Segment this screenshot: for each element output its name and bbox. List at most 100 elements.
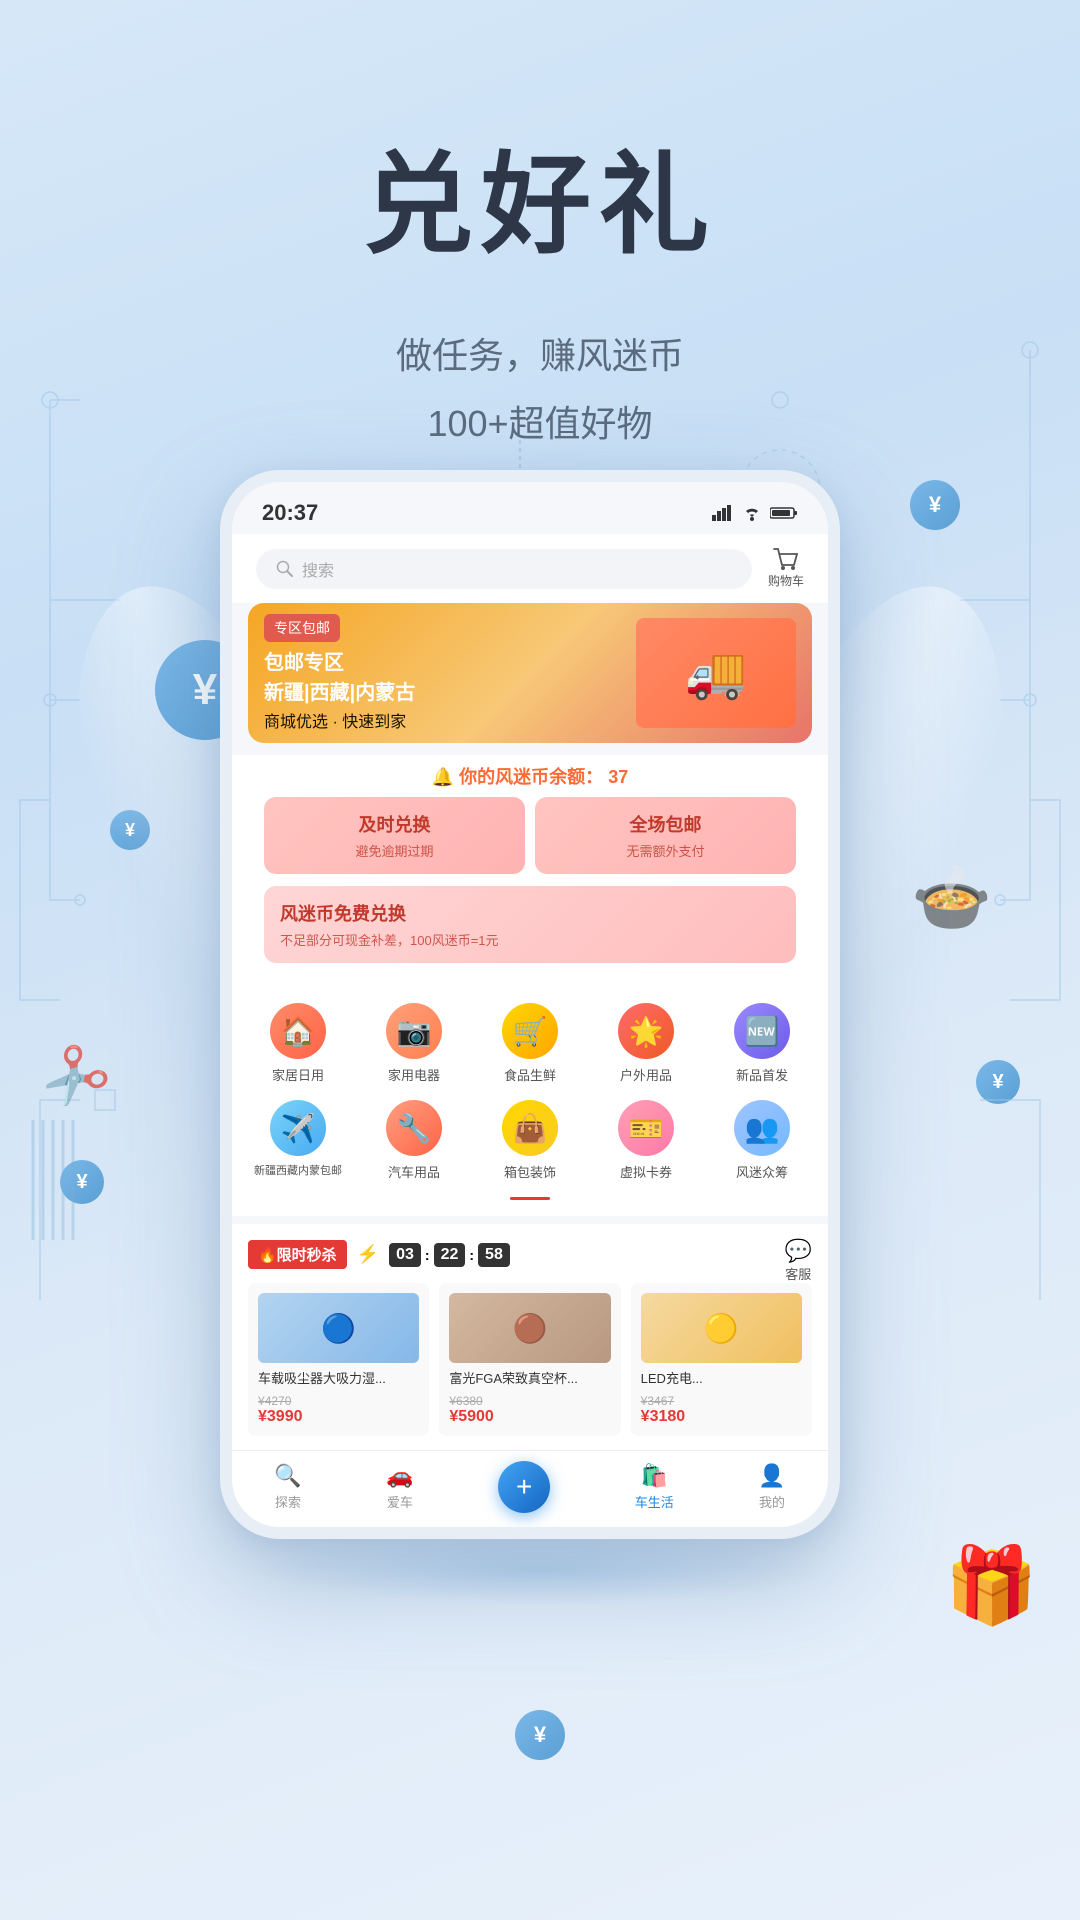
category-item-voucher[interactable]: 🎫 虚拟卡券 xyxy=(601,1100,691,1181)
wifi-icon xyxy=(742,505,762,521)
appliances-label: 家用电器 xyxy=(388,1065,440,1084)
main-banner[interactable]: 专区包邮 包邮专区新疆|西藏|内蒙古 商城优选 · 快速到家 🚚 xyxy=(248,603,812,743)
feature-banners: 及时兑换 避免逾期过期 全场包邮 无需额外支付 xyxy=(264,797,796,874)
auto-label: 汽车用品 xyxy=(388,1162,440,1181)
flash-sale-section: 🔥限时秒杀 ⚡ 03 : 22 : 58 💬 客服 xyxy=(232,1216,828,1450)
bottom-nav: 🔍 探索 🚗 爱车 + 🛍️ 车生活 👤 xyxy=(232,1450,828,1527)
category-item-food[interactable]: 🛒 食品生鲜 xyxy=(485,1003,575,1084)
auto-icon: 🔧 xyxy=(386,1100,442,1156)
sale-price-val-3: 3180 xyxy=(650,1408,686,1425)
housewares-label: 家居日用 xyxy=(272,1065,324,1084)
timer-sep-2: : xyxy=(469,1247,474,1263)
subtitle-line-2: 100+超值好物 xyxy=(0,390,1080,458)
header-section: 兑好礼 做任务，赚风迷币 100+超值好物 尽在车生活 · 福利嗨翻天 xyxy=(0,0,1080,527)
banner-image: 🚚 xyxy=(636,618,796,728)
category-item-auto[interactable]: 🔧 汽车用品 xyxy=(369,1100,459,1181)
product-original-price-2: ¥6380 xyxy=(449,1394,610,1408)
life-label: 车生活 xyxy=(635,1492,674,1511)
coin-balance-bar: 🔔 你的风迷币余额： 37 xyxy=(232,755,828,797)
product-img-2: 🟤 xyxy=(449,1293,610,1363)
nav-item-car[interactable]: 🚗 爱车 xyxy=(386,1463,413,1511)
sale-price-val-2: 5900 xyxy=(458,1408,494,1425)
voucher-label: 虚拟卡券 xyxy=(620,1162,672,1181)
new-icon: 🆕 xyxy=(734,1003,790,1059)
nav-item-add[interactable]: + xyxy=(498,1461,550,1513)
category-row-2: ✈️ 新疆西藏内蒙包邮 🔧 汽车用品 👜 箱包装饰 🎫 虚拟卡券 xyxy=(240,1100,820,1181)
deco-yen-5: ¥ xyxy=(515,1710,565,1760)
deco-yen-3: ¥ xyxy=(60,1160,104,1204)
page-title: 兑好礼 xyxy=(0,140,1080,272)
deco-yen-1: ¥ xyxy=(110,810,150,850)
product-name-2: 富光FGA荣致真空杯... xyxy=(449,1371,610,1388)
category-item-outdoor[interactable]: 🌟 户外用品 xyxy=(601,1003,691,1084)
product-name-1: 车载吸尘器大吸力湿... xyxy=(258,1371,419,1388)
coin-balance-amount: 37 xyxy=(608,767,628,787)
categories-section: 🏠 家居日用 📷 家用电器 🛒 食品生鲜 🌟 户外用品 xyxy=(232,987,828,1216)
car-icon: 🚗 xyxy=(386,1463,413,1489)
xinjiang-label: 新疆西藏内蒙包邮 xyxy=(254,1162,342,1178)
outdoor-icon: 🌟 xyxy=(618,1003,674,1059)
exchange-section[interactable]: 风迷币免费兑换 不足部分可现金补差，100风迷币=1元 xyxy=(264,886,796,963)
product-card-3[interactable]: 🟡 LED充电... ¥3467 ¥3180 xyxy=(631,1283,812,1436)
flash-label: 🔥限时秒杀 xyxy=(248,1240,347,1269)
bowl-decoration: 🍲 xyxy=(911,860,992,936)
bags-label: 箱包装饰 xyxy=(504,1162,556,1181)
add-icon: + xyxy=(516,1471,532,1503)
xinjiang-icon: ✈️ xyxy=(270,1100,326,1156)
nav-item-profile[interactable]: 👤 我的 xyxy=(758,1463,785,1511)
sale-price-val-1: 3990 xyxy=(267,1408,303,1425)
products-row: 🔵 车载吸尘器大吸力湿... ¥4270 ¥3990 🟤 富光FGA荣致真空杯.… xyxy=(248,1283,812,1436)
category-row-1: 🏠 家居日用 📷 家用电器 🛒 食品生鲜 🌟 户外用品 xyxy=(240,1003,820,1084)
feature-exchange-desc: 避免逾期过期 xyxy=(278,841,511,860)
product-img-1: 🔵 xyxy=(258,1293,419,1363)
search-input[interactable]: 搜索 xyxy=(256,549,752,589)
battery-icon xyxy=(770,506,798,520)
flash-sale-header-row: 🔥限时秒杀 ⚡ 03 : 22 : 58 💬 客服 xyxy=(248,1238,812,1283)
phone-shadow xyxy=(250,1535,830,1605)
exchange-desc: 不足部分可现金补差，100风迷币=1元 xyxy=(280,930,780,949)
category-item-xinjiang[interactable]: ✈️ 新疆西藏内蒙包邮 xyxy=(253,1100,343,1181)
category-item-bags[interactable]: 👜 箱包装饰 xyxy=(485,1100,575,1181)
timer-minutes: 22 xyxy=(434,1243,466,1267)
feature-banner-shipping[interactable]: 全场包邮 无需额外支付 xyxy=(535,797,796,874)
add-center-button[interactable]: + xyxy=(498,1461,550,1513)
phone-mockup-wrapper: 20:37 xyxy=(220,470,860,1539)
feature-banner-exchange[interactable]: 及时兑换 避免逾期过期 xyxy=(264,797,525,874)
coin-balance-prefix: 🔔 你的风迷币余额： xyxy=(432,767,603,787)
flash-timer: 03 : 22 : 58 xyxy=(389,1243,510,1267)
new-label: 新品首发 xyxy=(736,1065,788,1084)
status-time: 20:37 xyxy=(262,500,318,526)
timer-sep-1: : xyxy=(425,1247,430,1263)
nav-item-explore[interactable]: 🔍 探索 xyxy=(274,1463,301,1511)
deco-yen-4: ¥ xyxy=(976,1060,1020,1104)
nav-item-life[interactable]: 🛍️ 车生活 xyxy=(635,1463,674,1511)
timer-seconds: 58 xyxy=(478,1243,510,1267)
cart-icon xyxy=(773,548,799,572)
profile-label: 我的 xyxy=(759,1492,785,1511)
search-icon xyxy=(276,560,294,578)
housewares-icon: 🏠 xyxy=(270,1003,326,1059)
exchange-title: 风迷币免费兑换 xyxy=(280,900,780,926)
category-item-appliances[interactable]: 📷 家用电器 xyxy=(369,1003,459,1084)
category-item-new[interactable]: 🆕 新品首发 xyxy=(717,1003,807,1084)
bags-icon: 👜 xyxy=(502,1100,558,1156)
customer-service-btn[interactable]: 💬 客服 xyxy=(785,1238,812,1283)
status-icons xyxy=(712,505,798,521)
status-bar: 20:37 xyxy=(232,482,828,534)
banner-subtitle: 商城优选 · 快速到家 xyxy=(264,708,636,732)
cart-label: 购物车 xyxy=(768,572,804,589)
voucher-icon: 🎫 xyxy=(618,1100,674,1156)
cart-button[interactable]: 购物车 xyxy=(768,548,804,589)
yen-orig-1: ¥ xyxy=(258,1394,265,1408)
search-placeholder: 搜索 xyxy=(302,557,334,581)
category-item-crowdfund[interactable]: 👥 风迷众筹 xyxy=(717,1100,807,1181)
stripes-decoration xyxy=(28,1120,78,1240)
category-item-housewares[interactable]: 🏠 家居日用 xyxy=(253,1003,343,1084)
orig-price-val-3: 3467 xyxy=(647,1394,674,1408)
product-card-2[interactable]: 🟤 富光FGA荣致真空杯... ¥6380 ¥5900 xyxy=(439,1283,620,1436)
service-icon: 💬 xyxy=(785,1238,812,1264)
banner-title: 包邮专区新疆|西藏|内蒙古 xyxy=(264,648,636,708)
product-card-1[interactable]: 🔵 车载吸尘器大吸力湿... ¥4270 ¥3990 xyxy=(248,1283,429,1436)
product-sale-price-1: ¥3990 xyxy=(258,1408,419,1426)
yen-sale-2: ¥ xyxy=(449,1408,458,1425)
